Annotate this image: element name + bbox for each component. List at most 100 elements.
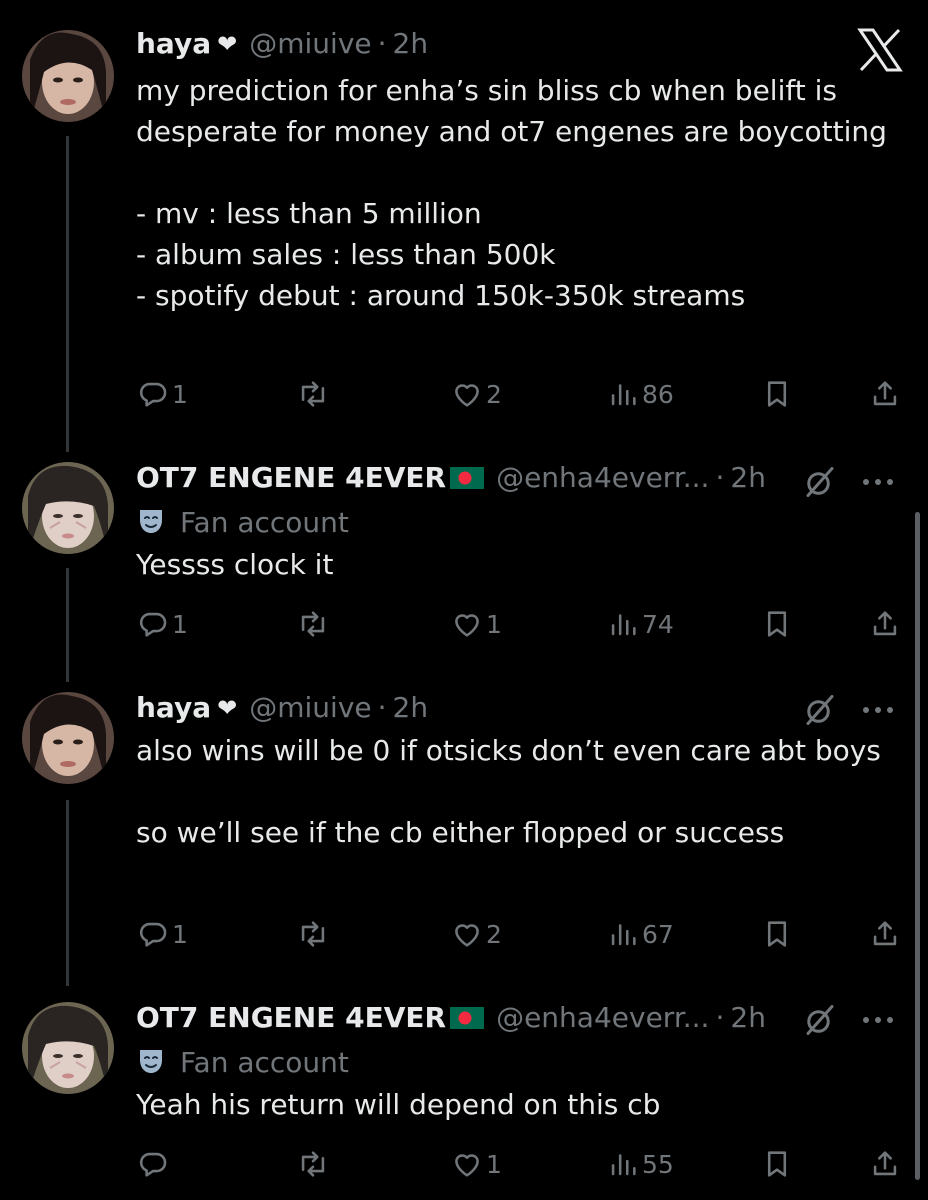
more-options-icon[interactable] [860, 474, 896, 490]
bangladesh-flag-icon [450, 467, 485, 489]
retweet-button[interactable] [296, 1144, 332, 1184]
share-button[interactable] [868, 914, 902, 954]
timestamp[interactable]: 2h [730, 454, 766, 502]
theater-mask-icon [140, 1050, 162, 1073]
author-handle[interactable]: @miuive [249, 684, 371, 732]
views-button[interactable]: 55 [606, 1144, 674, 1184]
more-options-icon[interactable] [860, 702, 896, 718]
retweet-icon [301, 921, 325, 947]
like-button[interactable]: 2 [450, 374, 502, 414]
avatar[interactable] [22, 30, 114, 122]
tweet-top-icons [802, 464, 896, 500]
reply-button[interactable] [136, 1144, 172, 1184]
fan-account-label: Fan account [136, 1040, 349, 1084]
bookmark-icon [767, 611, 787, 637]
heart-outline-icon [455, 1154, 479, 1177]
retweet-button[interactable] [296, 374, 332, 414]
author-name[interactable]: OT7 ENGENE 4EVER [136, 454, 446, 502]
grok-icon[interactable] [802, 1002, 838, 1038]
retweet-icon [301, 1151, 325, 1177]
retweet-icon [301, 381, 325, 407]
action-bar: 1 55 [136, 1144, 906, 1184]
retweet-button[interactable] [296, 914, 332, 954]
separator-dot: · [377, 27, 387, 60]
tweet[interactable]: haya ❤ @miuive · 2h also wins will be 0 … [0, 691, 928, 962]
fan-label-text: Fan account [180, 1045, 349, 1079]
reply-icon [139, 612, 167, 637]
timestamp[interactable]: 2h [730, 994, 766, 1042]
bookmark-button[interactable] [760, 604, 794, 644]
heart-outline-icon [455, 384, 479, 407]
like-button[interactable]: 2 [450, 914, 502, 954]
action-bar: 1 2 86 [136, 374, 906, 414]
view-count: 67 [642, 919, 674, 949]
author-handle[interactable]: @enha4everr... [496, 454, 709, 502]
separator-dot: · [715, 1001, 725, 1034]
theater-mask-icon [140, 510, 162, 533]
author-handle[interactable]: @miuive [249, 20, 371, 68]
fan-label-text: Fan account [180, 505, 349, 539]
separator-dot: · [377, 691, 387, 724]
timestamp[interactable]: 2h [393, 684, 429, 732]
action-bar: 1 2 67 [136, 914, 906, 954]
tweet-text: my prediction for enha’s sin bliss cb wh… [136, 74, 887, 312]
tweet-top-icons [802, 1002, 896, 1038]
bookmark-button[interactable] [760, 374, 794, 414]
separator-dot: · [715, 461, 725, 494]
grok-icon[interactable] [802, 692, 838, 728]
more-options-icon[interactable] [860, 1012, 896, 1028]
share-icon [873, 611, 897, 636]
reply-count: 1 [172, 609, 188, 639]
reply-button[interactable]: 1 [136, 914, 188, 954]
retweet-button[interactable] [296, 604, 332, 644]
share-button[interactable] [868, 374, 902, 414]
reply-button[interactable]: 1 [136, 374, 188, 414]
timestamp[interactable]: 2h [393, 20, 429, 68]
tweet-text: also wins will be 0 if otsicks don’t eve… [136, 734, 881, 849]
heart-outline-icon [455, 924, 479, 947]
tweet-header: OT7 ENGENE 4EVER @enha4everr... · 2h [136, 454, 766, 502]
action-bar: 1 1 74 [136, 604, 906, 644]
tweet-header: OT7 ENGENE 4EVER @enha4everr... · 2h [136, 994, 766, 1042]
reply-icon [139, 1152, 167, 1177]
share-icon [873, 1151, 897, 1176]
like-button[interactable]: 1 [450, 1144, 502, 1184]
tweet-header: haya ❤ @miuive · 2h [136, 684, 428, 732]
views-button[interactable]: 74 [606, 604, 674, 644]
tweet[interactable]: OT7 ENGENE 4EVER @enha4everr... · 2h Fan… [0, 1001, 928, 1198]
tweet-header: haya ❤ @miuive · 2h [136, 20, 428, 68]
author-name[interactable]: haya [136, 20, 211, 68]
like-count: 1 [486, 1149, 502, 1179]
reply-icon [139, 382, 167, 407]
heart-outline-icon [455, 614, 479, 637]
grok-icon[interactable] [802, 464, 838, 500]
tweet-text: Yessss clock it [136, 548, 334, 581]
tweet-top-icons [802, 692, 896, 728]
views-button[interactable]: 86 [606, 374, 674, 414]
views-icon [611, 384, 636, 406]
tweet[interactable]: haya ❤ @miuive · 2h my prediction for en… [0, 24, 928, 424]
view-count: 86 [642, 379, 674, 409]
tweet-text: Yeah his return will depend on this cb [136, 1088, 661, 1121]
author-name[interactable]: OT7 ENGENE 4EVER [136, 994, 446, 1042]
reply-icon [139, 922, 167, 947]
share-button[interactable] [868, 1144, 902, 1184]
author-handle[interactable]: @enha4everr... [496, 994, 709, 1042]
fan-account-label: Fan account [136, 500, 349, 544]
author-name[interactable]: haya [136, 684, 211, 732]
reply-button[interactable]: 1 [136, 604, 188, 644]
bookmark-button[interactable] [760, 1144, 794, 1184]
views-button[interactable]: 67 [606, 914, 674, 954]
bookmark-button[interactable] [760, 914, 794, 954]
scrollbar[interactable] [915, 512, 920, 1180]
tweet[interactable]: OT7 ENGENE 4EVER @enha4everr... · 2h Fan… [0, 461, 928, 662]
share-button[interactable] [868, 604, 902, 644]
bookmark-icon [767, 1151, 787, 1177]
heart-icon: ❤ [217, 694, 238, 722]
view-count: 74 [642, 609, 674, 639]
reply-count: 1 [172, 919, 188, 949]
like-button[interactable]: 1 [450, 604, 502, 644]
avatar[interactable] [22, 692, 114, 784]
avatar[interactable] [22, 462, 114, 554]
avatar[interactable] [22, 1002, 114, 1094]
